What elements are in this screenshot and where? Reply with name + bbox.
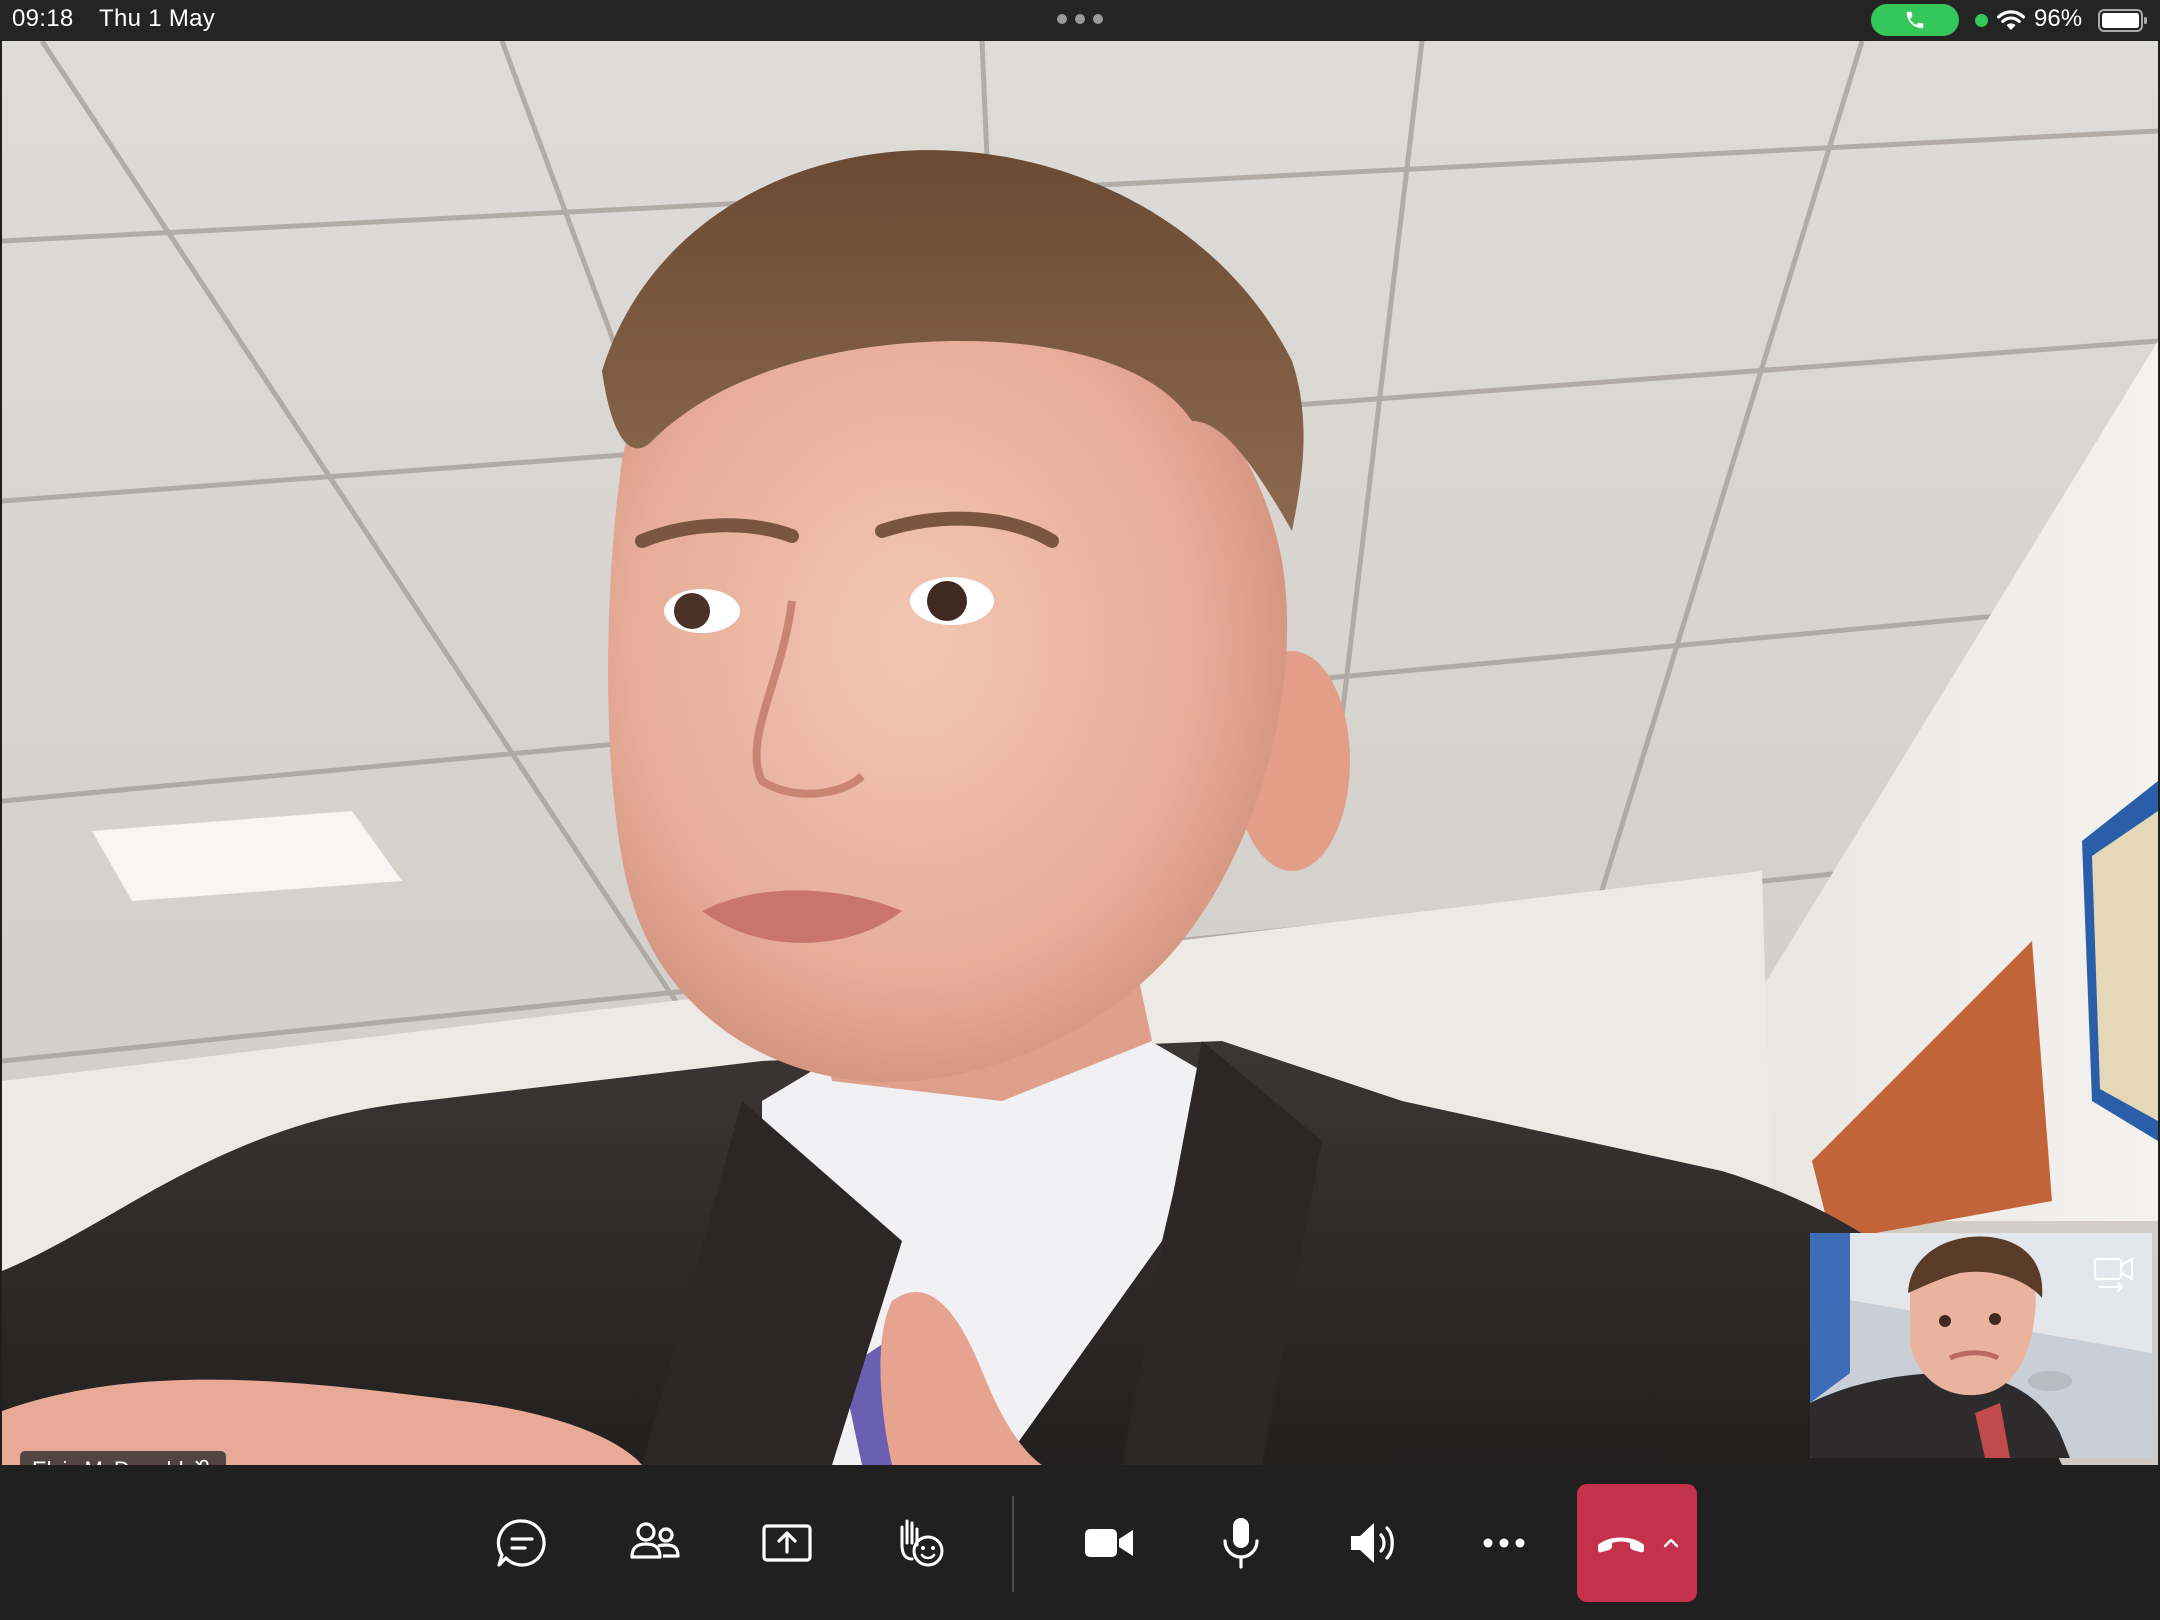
self-view-video[interactable]: [1810, 1233, 2152, 1458]
participant-name: Elvis McDonald: [32, 1457, 184, 1465]
control-divider: [1012, 1496, 1014, 1592]
switch-camera-icon[interactable]: [2092, 1253, 2136, 1293]
status-time: 09:18: [12, 5, 74, 32]
status-date: Thu 1 May: [99, 5, 216, 32]
status-bar: 09:18 Thu 1 May 96%: [0, 0, 2160, 40]
chevron-up-icon[interactable]: [1661, 1533, 1681, 1553]
camera-button[interactable]: [1049, 1483, 1169, 1603]
active-call-pill[interactable]: [1871, 4, 1959, 36]
share-screen-icon: [762, 1524, 812, 1562]
multitasking-dots-icon[interactable]: [1057, 14, 1103, 26]
share-screen-button[interactable]: [727, 1483, 847, 1603]
people-icon: [630, 1522, 680, 1559]
people-button[interactable]: [595, 1483, 715, 1603]
speaker-button[interactable]: [1314, 1483, 1434, 1603]
speaker-icon: [1351, 1523, 1394, 1563]
chat-icon: [496, 1519, 546, 1567]
call-control-bar: [0, 1466, 2160, 1620]
wifi-icon: [1997, 10, 2025, 30]
battery-icon: [2098, 9, 2147, 32]
microphone-button[interactable]: [1181, 1483, 1301, 1603]
leave-call-button[interactable]: [1577, 1484, 1697, 1602]
participant-name-tag: Elvis McDonald: [20, 1451, 226, 1465]
phone-icon: [1906, 11, 1924, 29]
battery-percentage: 96%: [2034, 5, 2083, 32]
video-camera-icon: [1085, 1529, 1133, 1557]
more-options-button[interactable]: [1444, 1483, 1564, 1603]
hang-up-icon: [1598, 1537, 1644, 1553]
raise-hand-react-icon: [900, 1519, 944, 1567]
more-dots-icon: [1483, 1538, 1525, 1548]
reactions-button[interactable]: [860, 1483, 980, 1603]
microphone-icon: [1223, 1518, 1259, 1569]
camera-in-use-indicator: [1975, 14, 1988, 27]
chat-button[interactable]: [462, 1483, 582, 1603]
mic-muted-icon: [194, 1459, 209, 1465]
